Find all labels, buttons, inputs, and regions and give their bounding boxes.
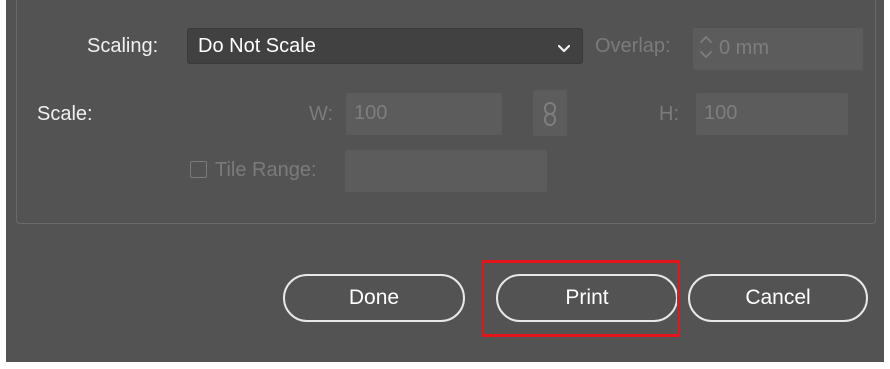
options-group-box: Scaling: Do Not Scale Overlap: 0 mm Scal… <box>16 0 876 224</box>
tile-range-label: Tile Range: <box>215 159 317 181</box>
overlap-label: Overlap: <box>595 35 671 57</box>
overlap-field[interactable]: 0 mm <box>693 28 863 70</box>
tile-range-field[interactable] <box>345 150 547 192</box>
highlight-box <box>481 260 680 337</box>
cancel-button[interactable]: Cancel <box>688 274 868 322</box>
height-value: 100 <box>704 102 738 124</box>
scale-label: Scale: <box>37 103 93 125</box>
chain-link-icon <box>544 102 556 126</box>
tile-range-checkbox[interactable] <box>190 161 207 178</box>
width-field[interactable]: 100 <box>346 93 502 135</box>
overlap-value: 0 mm <box>719 37 769 59</box>
constrain-proportions-button[interactable] <box>533 90 567 136</box>
scaling-dropdown[interactable]: Do Not Scale <box>187 28 583 64</box>
width-value: 100 <box>354 102 388 124</box>
height-field[interactable]: 100 <box>696 93 848 135</box>
done-button[interactable]: Done <box>283 274 465 322</box>
width-label: W: <box>309 103 334 125</box>
scaling-dropdown-value: Do Not Scale <box>198 35 316 57</box>
height-label: H: <box>659 103 679 125</box>
print-dialog: Scaling: Do Not Scale Overlap: 0 mm Scal… <box>6 0 884 362</box>
scaling-label: Scaling: <box>87 35 159 57</box>
stepper-arrows-icon[interactable] <box>699 33 713 59</box>
chevron-down-icon <box>557 41 571 59</box>
